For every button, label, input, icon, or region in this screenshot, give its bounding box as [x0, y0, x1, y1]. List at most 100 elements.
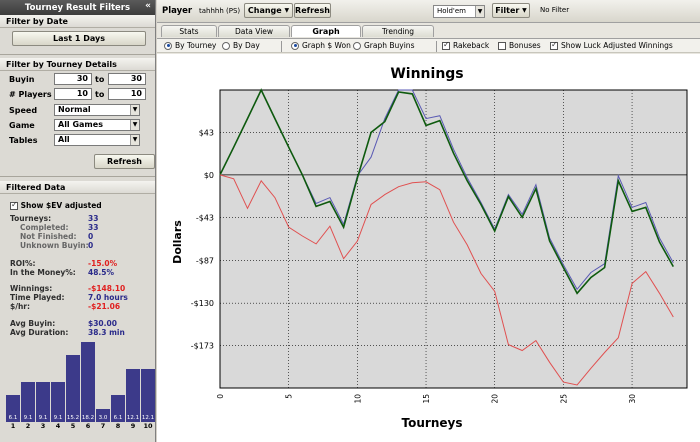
sidebar-title: Tourney Result Filters « — [0, 0, 155, 15]
completed-label: Completed: — [20, 223, 69, 232]
x-tick-label: 30 — [628, 394, 637, 404]
players-min-field[interactable]: 10 — [54, 88, 92, 100]
show-luck-checkbox[interactable]: Show Luck Adjusted Winnings — [550, 40, 673, 50]
histogram-bar-label: 6.1 — [113, 415, 123, 421]
buyin-min-field[interactable]: 30 — [54, 73, 92, 85]
histogram-x-tick: 6 — [85, 422, 91, 430]
date-range-button[interactable]: Last 1 Days — [12, 31, 146, 46]
checkbox-icon — [498, 41, 506, 50]
per-hour-label: $/hr: — [10, 302, 30, 311]
histogram-x-tick: 1 — [10, 422, 16, 430]
avg-buyin-label: Avg Buyin: — [10, 319, 56, 328]
rakeback-label: Rakeback — [453, 41, 490, 50]
not-finished-value: 0 — [88, 232, 94, 241]
histogram-bar-label: 9.1 — [53, 415, 63, 421]
collapse-icon[interactable]: « — [145, 1, 151, 11]
sidebar-title-text: Tourney Result Filters — [24, 2, 131, 13]
show-luck-label: Show Luck Adjusted Winnings — [561, 41, 673, 50]
filter-button[interactable]: Filter ▼ — [492, 3, 530, 18]
refresh-filters-button[interactable]: Refresh — [94, 154, 155, 169]
tab-trending[interactable]: Trending — [362, 25, 434, 37]
histogram-x-tick: 9 — [130, 422, 136, 430]
change-player-button[interactable]: Change ▼ — [244, 3, 293, 18]
graph-won-label: Graph $ Won — [302, 41, 351, 50]
x-tick-label: 10 — [353, 394, 362, 404]
graph-buyins-radio[interactable]: Graph Buyins — [353, 41, 414, 50]
avg-duration-label: Avg Duration: — [10, 328, 69, 337]
filter-by-details-heading: Filter by Tourney Details — [0, 58, 155, 71]
game-type-select[interactable]: Hold'em ▼ — [433, 5, 485, 18]
completed-value: 33 — [88, 223, 99, 232]
by-day-radio[interactable]: By Day — [222, 41, 260, 50]
speed-select[interactable]: Normal ▼ — [54, 104, 140, 116]
by-tourney-radio[interactable]: By Tourney — [164, 41, 216, 50]
unknown-buyin-value: 0 — [88, 241, 94, 250]
histogram-bar-label: 12.1 — [126, 415, 140, 421]
x-tick-label: 0 — [216, 394, 225, 399]
histogram-bar-label: 18.2 — [81, 415, 95, 421]
roi-label: ROI%: — [10, 259, 36, 268]
histogram-x-tick: 3 — [40, 422, 46, 430]
players-max-field[interactable]: 10 — [108, 88, 146, 100]
filtered-data-heading: Filtered Data — [0, 181, 155, 194]
winnings-chart-area: $43 $0 -$43 -$87 -$130 -$173 0 5 10 15 20 25 30 Winni… — [157, 54, 700, 442]
radio-icon — [353, 41, 361, 50]
tables-select[interactable]: All ▼ — [54, 134, 140, 146]
histogram-bar-label: 12.1 — [141, 415, 155, 421]
y-tick-label: -$43 — [196, 213, 214, 222]
radio-selected-icon — [164, 41, 172, 50]
checkbox-icon — [10, 200, 18, 210]
y-tick-label: -$87 — [196, 257, 214, 266]
y-tick-label: -$130 — [191, 299, 214, 308]
bonuses-checkbox[interactable]: Bonuses — [498, 41, 541, 50]
buyin-max-field[interactable]: 30 — [108, 73, 146, 85]
chevron-down-icon: ▼ — [284, 7, 290, 14]
y-tick-label: $43 — [199, 128, 214, 137]
game-select[interactable]: All Games ▼ — [54, 119, 140, 131]
time-played-value: 7.0 hours — [88, 293, 128, 302]
chevron-down-icon: ▼ — [130, 135, 139, 145]
y-tick-label: $0 — [204, 171, 214, 180]
tables-value: All — [58, 135, 70, 144]
x-tick-label: 20 — [491, 394, 500, 404]
graph-buyins-label: Graph Buyins — [364, 41, 415, 50]
tables-label: Tables — [9, 136, 38, 145]
buyin-label: Buyin — [9, 75, 35, 84]
bonuses-label: Bonuses — [509, 41, 541, 50]
filters-sidebar: Tourney Result Filters « Filter by Date … — [0, 0, 156, 442]
histogram-bar-label: 9.1 — [23, 415, 33, 421]
chevron-down-icon: ▼ — [475, 6, 484, 17]
roi-value: -15.0% — [88, 259, 118, 268]
player-name: tahhhh (PS) — [199, 7, 241, 15]
histogram-x-tick: 5 — [70, 422, 76, 430]
x-tick-label: 25 — [559, 394, 568, 404]
game-type-value: Hold'em — [437, 7, 466, 15]
show-ev-checkbox[interactable]: Show $EV adjusted — [10, 200, 102, 210]
unknown-buyin-label: Unknown Buyin: — [20, 241, 89, 250]
players-label: # Players — [9, 90, 52, 99]
buyin-to-label: to — [95, 75, 105, 84]
y-tick-label: -$173 — [191, 342, 214, 351]
chart-y-label: Dollars — [171, 220, 184, 264]
radio-icon — [222, 41, 230, 50]
filter-status: No Filter — [540, 6, 570, 14]
histogram-bar-label: 6.1 — [8, 415, 18, 421]
x-tick-label: 15 — [422, 394, 431, 404]
not-finished-label: Not Finished: — [20, 232, 77, 241]
rakeback-checkbox[interactable]: Rakeback — [442, 40, 490, 50]
tourneys-label: Tourneys: — [10, 214, 52, 223]
speed-value: Normal — [58, 105, 91, 114]
by-tourney-label: By Tourney — [175, 41, 217, 50]
divider — [436, 41, 437, 52]
per-hour-value: -$21.06 — [88, 302, 121, 311]
plot-area — [219, 89, 688, 389]
refresh-button[interactable]: Refresh — [294, 3, 331, 18]
tab-graph[interactable]: Graph — [291, 25, 361, 37]
tab-data-view[interactable]: Data View — [218, 25, 290, 37]
tab-stats[interactable]: Stats — [161, 25, 217, 37]
by-day-label: By Day — [233, 41, 260, 50]
graph-won-radio[interactable]: Graph $ Won — [291, 41, 351, 50]
histogram-bar-label: 3.0 — [98, 415, 108, 421]
player-toolbar: Player tahhhh (PS) Change ▼ Refresh Hold… — [157, 0, 700, 23]
avg-buyin-value: $30.00 — [88, 319, 117, 328]
